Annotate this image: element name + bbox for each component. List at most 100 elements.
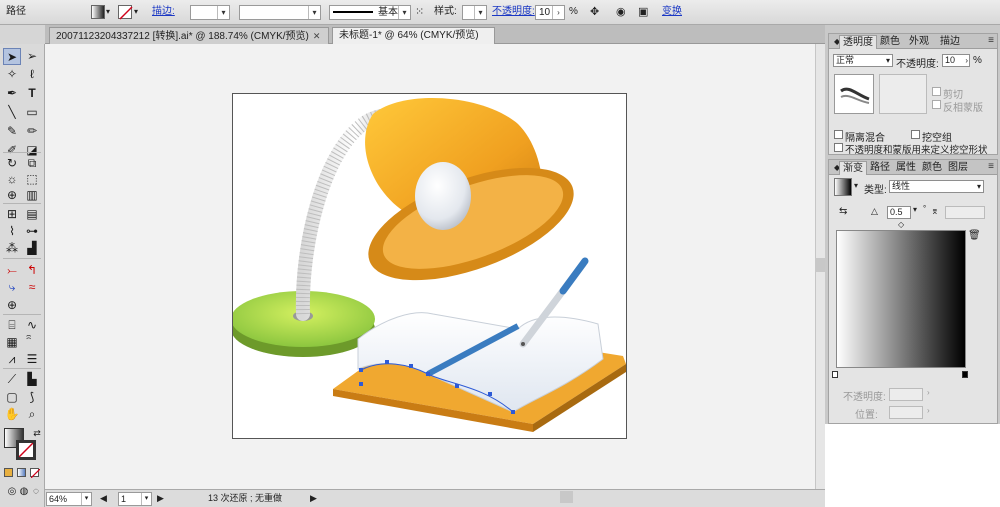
lasso-tool-icon[interactable]: ℓ <box>23 66 41 83</box>
vertical-scroll-thumb[interactable] <box>815 258 825 272</box>
list-tool-icon[interactable]: ☰ <box>23 351 41 368</box>
midpoint-diamond-icon[interactable]: ◇ <box>898 220 904 229</box>
symbol-sprayer-tool-icon[interactable]: ⁂ <box>3 240 21 257</box>
twirl-tool-icon[interactable]: ꩰ <box>23 334 41 351</box>
status-menu-icon[interactable]: ▶ <box>310 493 317 504</box>
tab-attributes[interactable]: 属性 <box>893 161 919 175</box>
smooth-tool-icon[interactable]: ⤷ <box>3 279 21 296</box>
selection-tool-icon[interactable]: ➤ <box>3 48 21 65</box>
pencil-tool-icon[interactable]: ✏ <box>23 123 41 140</box>
artboard-page-dropdown[interactable]: 1 ▾ <box>118 492 152 506</box>
paintbrush-tool-icon[interactable]: ✎ <box>3 123 21 140</box>
fill-swatch[interactable] <box>91 5 105 19</box>
gradient-type-dropdown[interactable]: 线性 ▾ <box>889 180 984 193</box>
transform-link[interactable]: 变换 <box>662 4 682 20</box>
artboard-tool-icon[interactable]: ▢ <box>3 389 21 406</box>
opacity-mask-checkbox[interactable] <box>834 143 843 152</box>
previous-artboard-icon[interactable]: ◀ <box>100 493 107 504</box>
gradient-stop-black[interactable] <box>962 371 968 378</box>
chevron-down-icon[interactable]: ▾ <box>913 205 917 214</box>
wave-tool-icon[interactable]: ∿ <box>23 317 41 334</box>
gradient-tool-icon[interactable]: ▤ <box>23 206 41 223</box>
gradient-ramp[interactable] <box>836 230 966 368</box>
stop-location-input[interactable] <box>889 406 923 419</box>
none-mode-icon[interactable] <box>30 468 40 478</box>
isolate-blending-checkbox[interactable] <box>834 130 843 139</box>
aspect-ratio-input[interactable] <box>945 206 985 219</box>
free-transform-tool-icon[interactable]: ⬚ <box>23 171 41 188</box>
panel-menu-icon[interactable]: ≡ <box>988 161 994 172</box>
stroke-link[interactable]: 描边: <box>152 4 175 20</box>
blend-tool-icon[interactable]: ⊶ <box>23 223 41 240</box>
column-graph-tool-icon[interactable]: ▙ <box>23 371 41 388</box>
angle-input[interactable]: 0.5 <box>887 206 911 219</box>
tab-document-1[interactable]: 20071123204337212 [转换].ai* @ 188.74% (CM… <box>49 27 329 44</box>
line-tool-icon[interactable]: ╲ <box>3 104 21 121</box>
graphic-style-dropdown[interactable]: ▾ <box>462 5 487 20</box>
zoom-dropdown[interactable]: 64% ▾ <box>46 492 92 506</box>
tab-stroke[interactable]: 描边 <box>937 35 963 49</box>
globe-icon[interactable]: ◉ <box>616 4 626 20</box>
invert-mask-checkbox[interactable] <box>932 100 941 109</box>
warp-tool-icon[interactable]: ☼ <box>3 171 21 188</box>
trash-icon[interactable]: 🗑 <box>968 230 981 241</box>
tab-pathfinder[interactable]: 路径 <box>867 161 893 175</box>
mesh-tool-icon[interactable]: ⊞ <box>3 206 21 223</box>
opacity-link[interactable]: 不透明度: <box>492 4 535 20</box>
draw-inside-icon[interactable]: ◌ <box>27 483 45 500</box>
object-thumbnail[interactable] <box>834 74 874 114</box>
align-icon[interactable]: ▣ <box>638 4 648 20</box>
reshape-tool-icon[interactable]: ↰ <box>23 262 41 279</box>
horizontal-scroll-thumb[interactable] <box>560 491 573 503</box>
stroke-weight-dropdown[interactable]: ▾ <box>190 5 230 20</box>
chevron-down-icon[interactable]: ▾ <box>854 181 858 190</box>
type-tool-icon[interactable]: T <box>23 85 41 102</box>
zigzag-tool-icon[interactable]: ⩘ <box>3 351 21 368</box>
target-tool-icon[interactable]: ⊕ <box>3 297 21 314</box>
tab-appearance[interactable]: 外观 <box>906 35 932 49</box>
scale-tool-icon[interactable]: ⧉ <box>23 155 41 172</box>
gradient-mode-icon[interactable] <box>17 468 26 477</box>
knockout-group-checkbox[interactable] <box>911 130 920 139</box>
brush-options-icon[interactable]: ⁙ <box>415 4 424 20</box>
tab-color-2[interactable]: 颜色 <box>919 161 945 175</box>
grid-tool-icon[interactable]: ▦ <box>3 334 21 351</box>
magic-wand-tool-icon[interactable]: ✧ <box>3 66 21 83</box>
panel-menu-icon[interactable]: ≡ <box>988 35 994 46</box>
slice-tool-icon[interactable]: ⟋ <box>3 371 21 388</box>
fill-dropdown-icon[interactable]: ▾ <box>106 4 110 20</box>
width-tool-icon[interactable]: ⤚ <box>3 262 21 279</box>
tab-layers[interactable]: 图层 <box>945 161 971 175</box>
stop-opacity-input[interactable] <box>889 388 923 401</box>
hand-tool-icon[interactable]: ✋ <box>3 406 21 423</box>
blend-mode-dropdown[interactable]: 正常 ▾ <box>833 54 893 67</box>
stroke-color-box[interactable] <box>16 440 36 460</box>
eyedropper-tool-icon[interactable]: ⌇ <box>3 223 21 240</box>
rectangle-tool-icon[interactable]: ▭ <box>23 104 41 121</box>
envelope-tool-icon[interactable]: ⌸ <box>3 317 21 334</box>
desk-lamp-book-artwork[interactable] <box>231 94 626 438</box>
close-icon[interactable]: ✕ <box>313 28 321 44</box>
recolor-artwork-icon[interactable]: ✥ <box>590 4 599 20</box>
tab-gradient[interactable]: 渐变 <box>839 161 867 175</box>
tab-color[interactable]: 颜色 <box>877 35 903 49</box>
reverse-gradient-icon[interactable]: ⇆ <box>839 206 847 217</box>
path-eraser-tool-icon[interactable]: ≈ <box>23 279 41 296</box>
stroke-dropdown-icon[interactable]: ▾ <box>134 4 138 20</box>
artboard[interactable] <box>231 93 627 439</box>
tab-transparency[interactable]: 透明度 <box>839 35 877 49</box>
pen-tool-icon[interactable]: ✒ <box>3 85 21 102</box>
clip-checkbox[interactable] <box>932 87 941 96</box>
mask-thumbnail[interactable] <box>879 74 927 114</box>
opacity-input[interactable]: 10 › <box>942 54 970 67</box>
tab-document-2[interactable]: 未标题-1* @ 64% (CMYK/预览)✕ <box>332 27 495 57</box>
shape-builder-tool-icon[interactable]: ⊕ <box>3 187 21 204</box>
swap-colors-icon[interactable]: ⇄ <box>28 425 46 442</box>
brush-profile-dropdown[interactable]: 基本 ▾ <box>329 5 411 20</box>
perspective-grid-tool-icon[interactable]: ▥ <box>23 187 41 204</box>
opacity-input[interactable]: 10 › <box>535 5 565 20</box>
graph-tool-icon[interactable]: ▟ <box>23 240 41 257</box>
color-mode-icon[interactable] <box>4 468 13 477</box>
stroke-swatch[interactable] <box>118 5 133 20</box>
variable-width-dropdown[interactable]: ▾ <box>239 5 321 20</box>
